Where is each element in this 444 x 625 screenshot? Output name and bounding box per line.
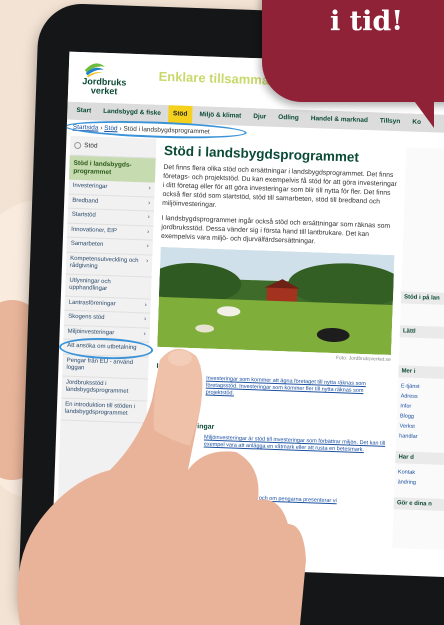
tab-7[interactable]: Tillsyn [375, 112, 406, 131]
chevron-right-icon: › [146, 243, 149, 250]
speech-bubble-text: i tid! [330, 6, 404, 37]
sidebar-item-label: En introduktion till stöden i landsbygds… [64, 401, 136, 417]
sidebar: Stöd Stöd i landsbygds-programmet Invest… [56, 135, 157, 540]
speech-bubble: i tid! [262, 0, 444, 128]
sidebar-items: Investeringar › Bredband › Startstöd › Innovat… [58, 179, 155, 424]
sidebar-item[interactable]: En introduktion till stöden i landsbygds… [60, 398, 148, 424]
chevron-right-icon: › [146, 257, 149, 264]
right-box[interactable]: Stöd i på lan [400, 291, 444, 306]
card: Miljöinvesteringar är stöd till invester… [153, 433, 388, 481]
chevron-right-icon: › [147, 214, 150, 221]
tab-4[interactable]: Djur [248, 108, 272, 127]
content-columns: Stöd Stöd i landsbygds-programmet Invest… [53, 135, 444, 551]
sidebar-item-label: Investeringar [72, 182, 108, 191]
card-text[interactable]: Investeringar som kommer att ägna företa… [205, 376, 390, 422]
card-text[interactable]: Miljöinvesteringar är stöd till invester… [203, 435, 388, 481]
tablet-screen: Jordbruks verket Enklare tillsammans Sta… [51, 51, 444, 578]
tab-1[interactable]: Landsbygd & fiske [98, 103, 166, 123]
right-box[interactable]: Har d [395, 451, 444, 466]
right-box[interactable]: Lättl [399, 325, 444, 340]
sidebar-item-label: Utlysningar och upphandlingar [69, 277, 111, 293]
card-list: Investeringar Investeringar som kommer at… [151, 363, 391, 540]
right-spacer [396, 441, 444, 449]
right-spacer [394, 487, 444, 495]
chevron-right-icon: › [148, 185, 151, 192]
sidebar-item-label: Jordbruksstöd i landsbygdsprogrammet [65, 379, 129, 395]
chevron-right-icon: › [144, 301, 147, 308]
right-box[interactable]: Gör e dina n [393, 497, 444, 512]
sidebar-home-label: Stöd [84, 142, 98, 150]
tab-6[interactable]: Handel & marknad [305, 110, 373, 130]
sidebar-section-active[interactable]: Stöd i landsbygds-programmet [68, 155, 156, 183]
person-avatar-icon [166, 379, 189, 415]
main-content: Stöd i landsbygdsprogrammet Det finns fl… [142, 139, 406, 548]
right-box[interactable]: Mer i [398, 365, 444, 380]
tab-5[interactable]: Odling [273, 109, 304, 128]
chevron-right-icon: › [143, 330, 146, 337]
sidebar-item[interactable]: Jordbruksstöd i landsbygdsprogrammet [61, 376, 149, 402]
tab-3[interactable]: Miljö & klimat [194, 106, 247, 126]
chevron-right-icon: › [144, 316, 147, 323]
intro-paragraph: Det finns flera olika stöd och ersättnin… [162, 163, 397, 209]
sidebar-item-label: Skogens stöd [68, 313, 105, 321]
sidebar-item-label: Miljöinvesteringar [67, 328, 115, 336]
sidebar-item-label: Samarbeten [70, 240, 104, 248]
card-text[interactable]: I bloggen programmen och om pengarna pre… [201, 494, 337, 539]
page-title: Stöd i landsbygdsprogrammet [163, 142, 360, 165]
card: I bloggen programmen och om pengarna pre… [151, 492, 386, 540]
chevron-right-icon: › [147, 228, 150, 235]
second-paragraph: I landsbygdsprogrammet ingår också stöd … [160, 214, 391, 246]
home-button[interactable] [203, 581, 249, 625]
person-avatar-icon [161, 497, 185, 533]
sidebar-item-label: Lantrasföreningar [68, 299, 116, 307]
home-circle-icon [74, 141, 82, 150]
right-spacer [401, 147, 444, 289]
right-spacer [400, 307, 444, 323]
person-avatar-icon [163, 438, 187, 474]
sidebar-item-label: Kompetensutveckling och rådgivning [69, 255, 139, 270]
card: Investeringar som kommer att ägna företa… [155, 374, 390, 422]
tab-0[interactable]: Start [71, 102, 96, 121]
chevron-right-icon: › [148, 199, 151, 207]
sidebar-item[interactable]: Utlysningar och upphandlingar [64, 274, 152, 300]
sidebar-item-label: Bredband [72, 197, 99, 205]
brand-logo[interactable]: Jordbruks verket [74, 76, 135, 97]
sidebar-item-label: Pengar från EU - använd loggan [66, 357, 134, 372]
tab-2[interactable]: Stöd [167, 105, 193, 124]
sidebar-item[interactable]: Kompetensutveckling och rådgivning › [65, 252, 153, 278]
farm-landscape-image [157, 246, 395, 356]
sidebar-item-label: Startstöd [71, 211, 96, 219]
farm-photo [157, 246, 395, 356]
sidebar-item-label: Innovationer, EIP [71, 226, 118, 234]
right-spacer [399, 341, 444, 363]
